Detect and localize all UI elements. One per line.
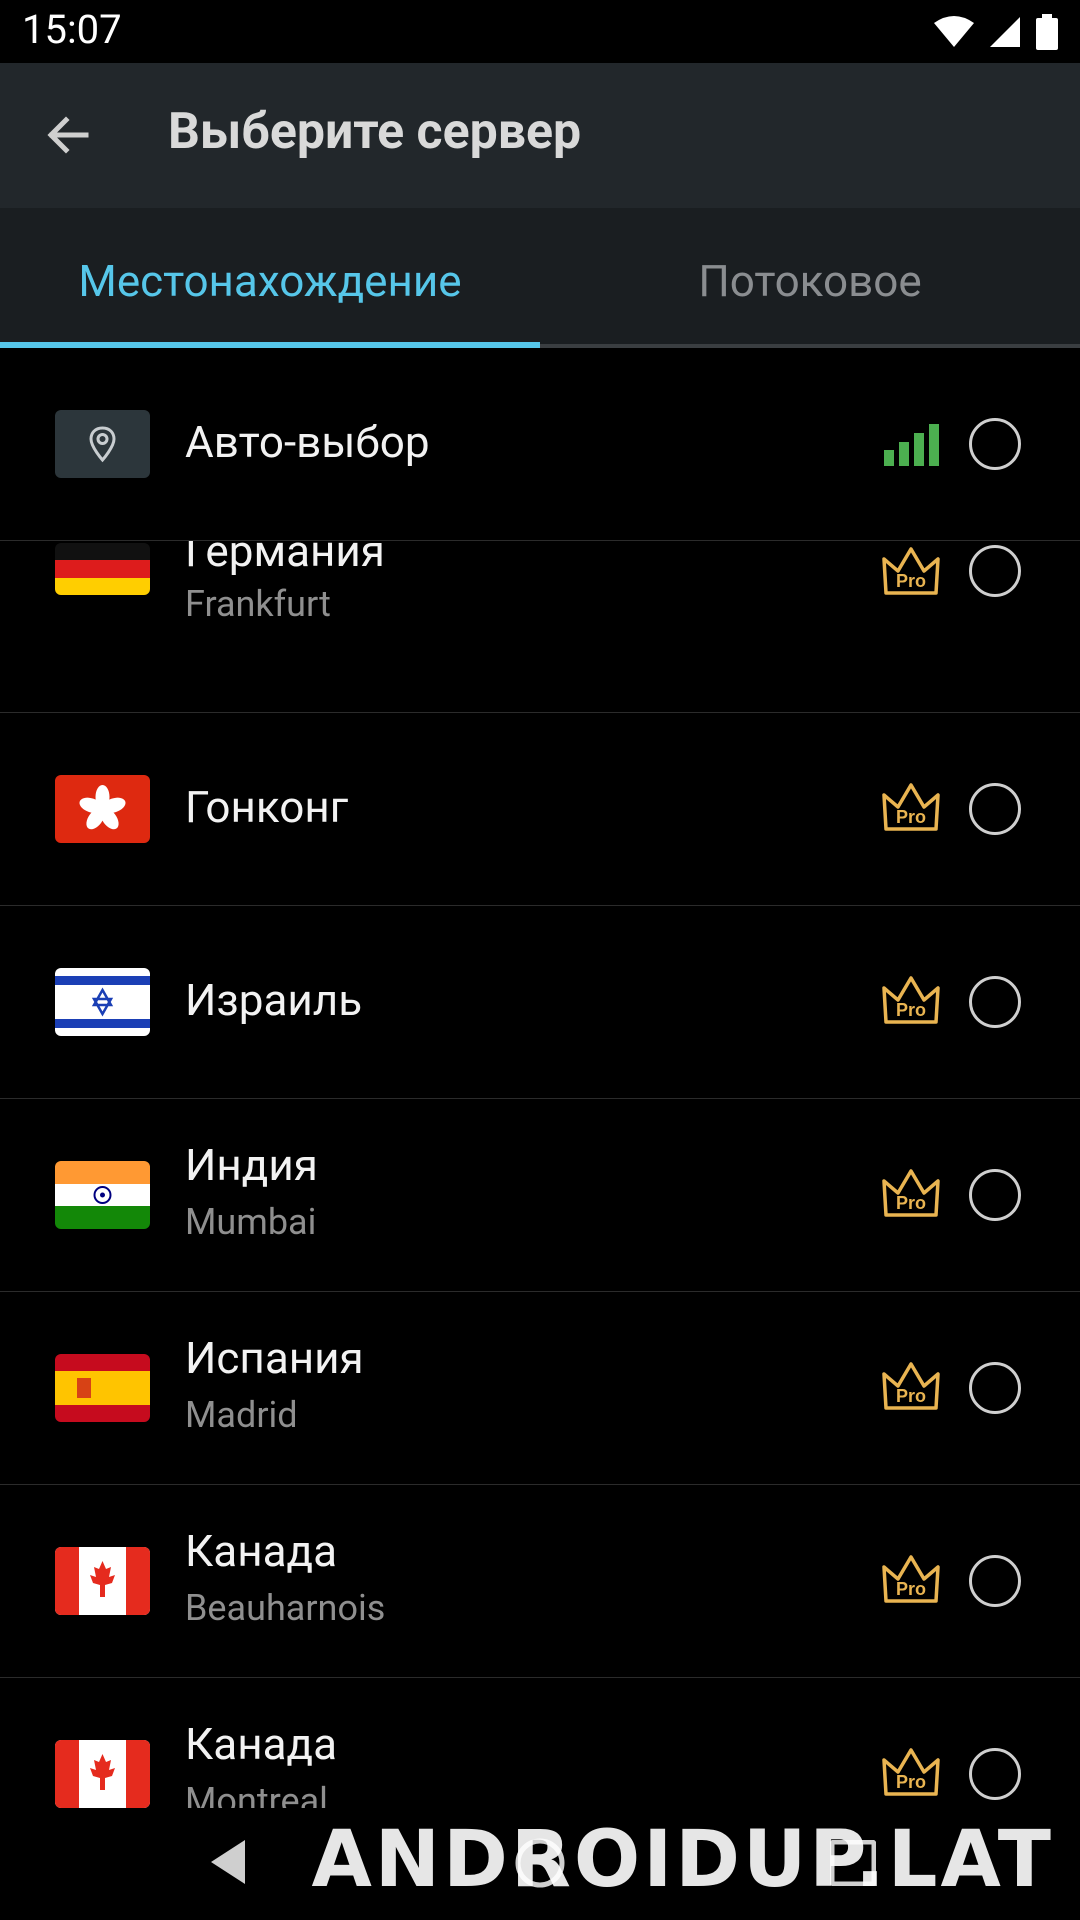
server-row-israel[interactable]: Израиль Pro [0,906,1080,1099]
radio-button[interactable] [969,976,1021,1028]
server-row-spain[interactable]: Испания Madrid Pro [0,1292,1080,1485]
pro-crown-icon: Pro [882,976,940,1024]
server-row-india[interactable]: Индия Mumbai Pro [0,1099,1080,1292]
server-subtitle: Madrid [185,1394,298,1436]
status-icons [934,10,1058,54]
wifi-icon [934,16,974,47]
radio-button[interactable] [969,783,1021,835]
server-title: Израиль [185,974,363,1026]
radio-button[interactable] [969,1169,1021,1221]
server-title: Канада [185,1718,338,1770]
server-row-hong-kong[interactable]: Гонконг Pro [0,713,1080,906]
pro-badge-label: Pro [896,1386,926,1406]
app-bar: Выберите сервер [0,63,1080,208]
pro-badge-label: Pro [896,1000,926,1020]
pro-crown-icon: Pro [882,1748,940,1796]
radio-button[interactable] [969,1555,1021,1607]
tab-streaming[interactable]: Потоковое [540,208,1080,348]
nav-back-icon[interactable] [205,1836,249,1888]
pro-badge-label: Pro [896,1772,926,1792]
server-title: Индия [185,1139,318,1191]
server-title: Канада [185,1525,338,1577]
radio-button[interactable] [969,1362,1021,1414]
radio-button[interactable] [969,418,1021,470]
server-title: Гонконг [185,781,349,833]
server-subtitle: Mumbai [185,1201,317,1243]
pro-crown-icon: Pro [882,547,940,595]
flag-hong-kong-icon [55,775,150,843]
pro-badge-label: Pro [896,1193,926,1213]
flag-canada-icon [55,1547,150,1615]
server-list[interactable]: Авто-выбор Германия Frankfurt Pro Гонкон… [0,348,1080,1808]
radio-button[interactable] [969,545,1021,597]
watermark: ANDROIDUP.LAT [311,1815,1054,1905]
server-subtitle: Montreal [185,1780,328,1808]
server-subtitle: Frankfurt [185,583,331,625]
pro-badge-label: Pro [896,571,926,591]
flag-india-icon [55,1161,150,1229]
server-row-canada-beauharnois[interactable]: Канада Beauharnois Pro [0,1485,1080,1678]
tab-location[interactable]: Местонахождение [0,208,540,348]
flag-spain-icon [55,1354,150,1422]
signal-strength-icon [884,424,939,466]
status-bar: 15:07 [0,0,1080,63]
flag-israel-icon [55,968,150,1036]
flag-canada-icon [55,1740,150,1808]
location-pin-icon [55,410,150,478]
pro-crown-icon: Pro [882,783,940,831]
cell-signal-icon [990,17,1020,47]
tab-bar: Местонахождение Потоковое [0,208,1080,348]
server-row-auto[interactable]: Авто-выбор [0,348,1080,541]
pro-badge-label: Pro [896,1579,926,1599]
server-title: Авто-выбор [185,416,430,468]
page-title: Выберите сервер [168,103,582,161]
pro-crown-icon: Pro [882,1169,940,1217]
pro-crown-icon: Pro [882,1362,940,1410]
server-title: Испания [185,1332,364,1384]
radio-button[interactable] [969,1748,1021,1800]
pro-crown-icon: Pro [882,1555,940,1603]
server-row-germany[interactable]: Германия Frankfurt Pro [0,541,1080,713]
status-time: 15:07 [22,6,122,53]
server-subtitle: Beauharnois [185,1587,386,1629]
row-clip: Германия [0,541,860,581]
server-title: Германия [185,541,385,577]
pro-badge-label: Pro [896,807,926,827]
battery-icon [1036,14,1058,50]
server-row-canada-montreal[interactable]: Канада Montreal Pro [0,1678,1080,1808]
back-arrow-icon[interactable] [38,105,98,165]
